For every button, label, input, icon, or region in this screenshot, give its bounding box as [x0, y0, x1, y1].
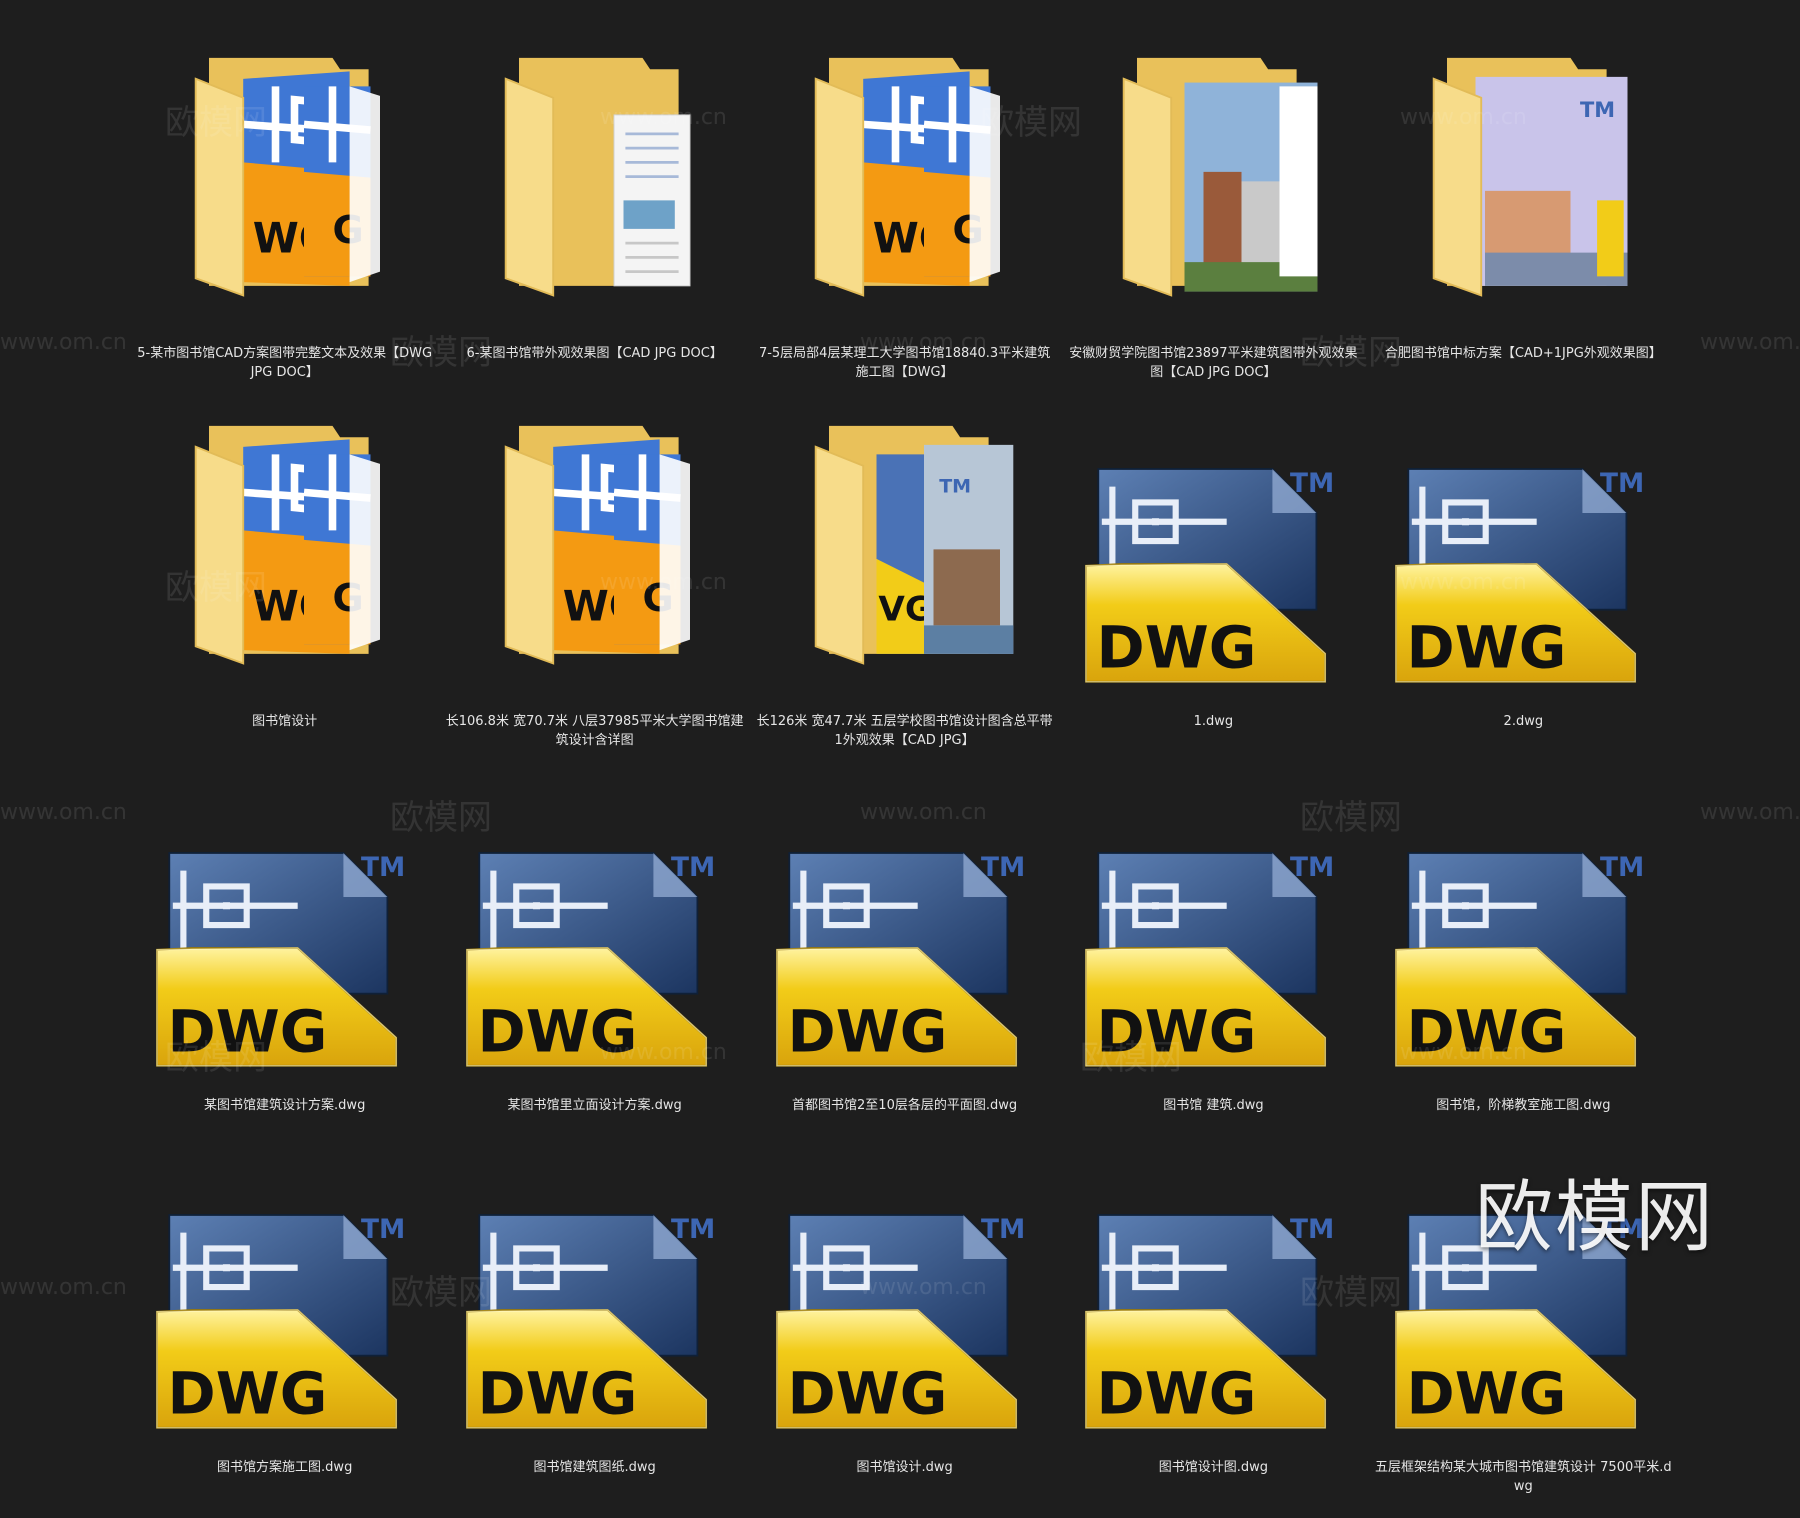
item-label: 合肥图书馆中标方案【CAD+1JPG外观效果图】 — [1384, 346, 1662, 362]
item-label: 长106.8米 宽70.7米 八层37985平米大学图书馆建筑设计含详图 — [445, 713, 744, 748]
dwg-text: DWG — [1096, 1360, 1256, 1428]
folder-item[interactable]: WG G 5-某市图书馆CAD方案图带完整文本及效果【DWG JPG DOC】 — [135, 44, 435, 404]
item-label: 图书馆方案施工图.dwg — [217, 1459, 353, 1475]
tm-mark: TM — [1290, 469, 1334, 499]
file-item[interactable]: TM DWG 图书馆建筑图纸.dwg — [445, 1158, 745, 1518]
folder-item[interactable]: WG G 长106.8米 宽70.7米 八层37985平米大学图书馆建筑设计含详… — [445, 412, 745, 772]
dwg-text: DWG — [1406, 613, 1566, 681]
tm-mark: TM — [981, 1215, 1025, 1245]
item-label: 7-5层局部4层某理工大学图书馆18840.3平米建筑施工图【DWG】 — [758, 346, 1051, 381]
tm-mark: TM — [1290, 853, 1334, 883]
svg-text:TM: TM — [1580, 98, 1615, 122]
file-item[interactable]: TM DWG 图书馆设计图.dwg — [1063, 1158, 1363, 1518]
file-item[interactable]: TM DWG 首都图书馆2至10层各层的平面图.dwg — [755, 796, 1055, 1156]
item-label: 图书馆，阶梯教室施工图.dwg — [1436, 1098, 1611, 1114]
item-label: 某图书馆建筑设计方案.dwg — [204, 1098, 366, 1114]
folder-item[interactable]: WG G 7-5层局部4层某理工大学图书馆18840.3平米建筑施工图【DWG】 — [755, 44, 1055, 404]
folder-icon: WG G — [810, 54, 1000, 304]
brand-watermark: 欧模网 — [1475, 1173, 1716, 1263]
tm-mark: TM — [981, 853, 1025, 883]
dwg-file-icon: TM DWG — [466, 831, 722, 1086]
dwg-file-icon: TM DWG — [776, 1193, 1032, 1448]
dwg-text: DWG — [788, 998, 948, 1066]
item-label: 首都图书馆2至10层各层的平面图.dwg — [792, 1098, 1018, 1114]
item-label: 图书馆设计 — [252, 713, 318, 729]
item-label: 五层框架结构某大城市图书馆建筑设计 7500平米.dwg — [1375, 1459, 1672, 1494]
dwg-text: DWG — [168, 998, 328, 1066]
file-item[interactable]: TM DWG 1.dwg — [1063, 412, 1363, 772]
item-label: 某图书馆里立面设计方案.dwg — [507, 1098, 682, 1114]
file-item[interactable]: TM DWG 某图书馆建筑设计方案.dwg — [135, 796, 435, 1156]
tm-mark: TM — [361, 1215, 405, 1245]
folder-item[interactable]: 6-某图书馆带外观效果图【CAD JPG DOC】 — [445, 44, 745, 404]
folder-icon — [500, 54, 691, 304]
folder-icon: TM — [1428, 54, 1628, 304]
svg-text:TM: TM — [939, 475, 971, 497]
folder-item[interactable]: 安徽财贸学院图书馆23897平米建筑图带外观效果图【CAD JPG DOC】 — [1063, 44, 1363, 404]
file-item[interactable]: TM DWG 2.dwg — [1373, 412, 1673, 772]
tm-mark: TM — [1290, 1215, 1334, 1245]
dwg-file-icon: TM DWG — [776, 831, 1032, 1086]
dwg-file-icon: TM DWG — [1394, 831, 1651, 1086]
item-label: 6-某图书馆带外观效果图【CAD JPG DOC】 — [466, 346, 723, 362]
folder-item[interactable]: TM 合肥图书馆中标方案【CAD+1JPG外观效果图】 — [1373, 44, 1673, 404]
folder-item[interactable]: WG G 图书馆设计 — [135, 412, 435, 772]
dwg-text: DWG — [478, 1360, 638, 1428]
item-label: 长126米 宽47.7米 五层学校图书馆设计图含总平带1外观效果【CAD JPG… — [756, 713, 1053, 748]
file-item[interactable]: TM DWG 图书馆，阶梯教室施工图.dwg — [1373, 796, 1673, 1156]
item-label: 1.dwg — [1193, 713, 1234, 729]
dwg-file-icon: TM DWG — [1085, 447, 1341, 702]
dwg-text: DWG — [1406, 998, 1566, 1066]
folder-icon: WG G — [500, 422, 690, 672]
item-label: 图书馆设计图.dwg — [1158, 1459, 1269, 1475]
dwg-file-icon: TM DWG — [156, 831, 412, 1086]
file-item[interactable]: TM DWG 图书馆方案施工图.dwg — [135, 1158, 435, 1518]
folder-icon — [1118, 54, 1318, 304]
dwg-text: DWG — [478, 998, 638, 1066]
dwg-file-icon: TM DWG — [466, 1193, 722, 1448]
tm-mark: TM — [671, 1215, 715, 1245]
tm-mark: TM — [1600, 469, 1644, 499]
item-label: 图书馆建筑图纸.dwg — [533, 1459, 656, 1475]
item-label: 图书馆设计.dwg — [856, 1459, 953, 1475]
file-item[interactable]: TM DWG 某图书馆里立面设计方案.dwg — [445, 796, 745, 1156]
dwg-file-icon: TM DWG — [1085, 1193, 1341, 1448]
tm-mark: TM — [671, 853, 715, 883]
tm-mark: TM — [361, 853, 405, 883]
dwg-text: DWG — [1096, 998, 1256, 1066]
dwg-text: DWG — [168, 1360, 328, 1428]
file-item[interactable]: TM DWG 图书馆 建筑.dwg — [1063, 796, 1363, 1156]
item-label: 5-某市图书馆CAD方案图带完整文本及效果【DWG JPG DOC】 — [137, 346, 433, 381]
dwg-file-icon: TM DWG — [1085, 831, 1341, 1086]
item-label: 图书馆 建筑.dwg — [1163, 1098, 1264, 1114]
dwg-file-icon: TM DWG — [1394, 447, 1651, 702]
folder-icon: WG G — [190, 54, 380, 304]
tm-mark: TM — [1600, 853, 1644, 883]
file-grid: WG G 5-某市图书馆CAD方案图带完整文本及效果【DWG JPG DOC】 … — [0, 0, 1800, 1494]
folder-icon: WG G — [190, 422, 380, 672]
folder-icon: VG TM — [810, 422, 1013, 672]
dwg-text: DWG — [1096, 613, 1256, 681]
dwg-text: DWG — [788, 1360, 948, 1428]
dwg-file-icon: TM DWG — [156, 1193, 412, 1448]
file-item[interactable]: TM DWG 图书馆设计.dwg — [755, 1158, 1055, 1518]
item-label: 2.dwg — [1503, 713, 1544, 729]
item-label: 安徽财贸学院图书馆23897平米建筑图带外观效果图【CAD JPG DOC】 — [1069, 346, 1358, 381]
folder-item[interactable]: VG TM 长126米 宽47.7米 五层学校图书馆设计图含总平带1外观效果【C… — [755, 412, 1055, 772]
dwg-text: DWG — [1406, 1360, 1566, 1428]
